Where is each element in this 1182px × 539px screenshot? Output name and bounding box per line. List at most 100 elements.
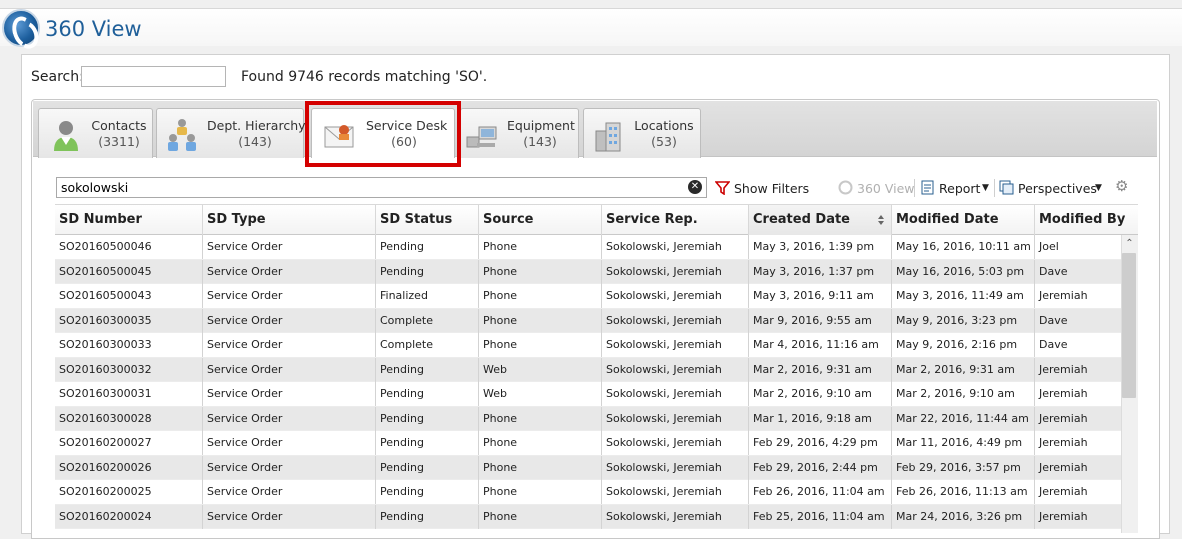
table-row[interactable]: SO20160500046 Service Order Pending Phone So… bbox=[55, 235, 1121, 260]
360-view-button[interactable]: 360 View bbox=[857, 181, 915, 196]
cell-sd-type: Service Order bbox=[203, 455, 376, 480]
cell-source: Phone bbox=[479, 455, 602, 480]
table-row[interactable]: SO20160300031 Service Order Pending Web Soko… bbox=[55, 382, 1121, 407]
cell-modified-by: Jeremiah bbox=[1039, 436, 1088, 449]
perspectives-button[interactable]: Perspectives bbox=[1018, 181, 1097, 196]
grid-filter-input[interactable] bbox=[56, 177, 707, 198]
column-header-source[interactable]: Source bbox=[479, 205, 602, 235]
table-row[interactable]: SO20160200026 Service Order Pending Phone So… bbox=[55, 455, 1121, 480]
tab-count: (3311) bbox=[98, 134, 140, 149]
show-filters-button[interactable]: Show Filters bbox=[734, 181, 809, 196]
cell-sd-number: SO20160500043 bbox=[55, 284, 203, 308]
tab-contacts[interactable]: Contacts (3311) bbox=[38, 108, 153, 158]
cell-sd-number: SO20160300028 bbox=[55, 406, 203, 431]
filter-icon[interactable] bbox=[715, 181, 730, 195]
column-header-modified-by[interactable]: Modified By bbox=[1035, 205, 1138, 235]
cell-source: Web bbox=[479, 382, 602, 406]
cell-sd-number: SO20160300035 bbox=[55, 308, 203, 333]
cell-created-date: May 3, 2016, 1:39 pm bbox=[749, 235, 892, 259]
table-row[interactable]: SO20160300032 Service Order Pending Web Soko… bbox=[55, 357, 1121, 382]
clear-icon[interactable]: ✕ bbox=[688, 180, 702, 194]
hierarchy-people-icon bbox=[168, 119, 196, 151]
table-row[interactable]: SO20160200024 Service Order Pending Phone So… bbox=[55, 504, 1121, 529]
cell-created-date: May 3, 2016, 1:37 pm bbox=[749, 259, 892, 284]
cell-created-date: Mar 2, 2016, 9:31 am bbox=[749, 357, 892, 382]
column-header-created-date[interactable]: Created Date bbox=[749, 205, 892, 235]
service-desk-envelope-icon bbox=[324, 125, 354, 148]
column-header-service-rep[interactable]: Service Rep. bbox=[602, 205, 749, 235]
scroll-up-arrow-icon[interactable]: ⌃ bbox=[1121, 236, 1138, 252]
cell-service-rep: Sokolowski, Jeremiah bbox=[602, 455, 749, 480]
cell-sd-status: Complete bbox=[376, 333, 479, 357]
table-row[interactable]: SO20160500045 Service Order Pending Phone So… bbox=[55, 259, 1121, 284]
computer-equipment-icon bbox=[466, 126, 497, 148]
table-row[interactable]: SO20160200027 Service Order Pending Phone So… bbox=[55, 431, 1121, 456]
cell-modified-by: Joel bbox=[1039, 240, 1059, 253]
cell-sd-number: SO20160300031 bbox=[55, 382, 203, 406]
report-dropdown-icon[interactable]: ▼ bbox=[982, 183, 989, 193]
cell-sd-status: Pending bbox=[376, 357, 479, 382]
table-row[interactable]: SO20160300035 Service Order Complete Phone S… bbox=[55, 308, 1121, 333]
sort-icon bbox=[878, 215, 884, 225]
search-input[interactable] bbox=[81, 66, 226, 87]
cell-modified-by: Jeremiah bbox=[1039, 509, 1088, 523]
tab-label: Service Desk bbox=[366, 118, 448, 133]
cell-sd-number: SO20160300033 bbox=[55, 333, 203, 357]
cell-sd-status: Pending bbox=[376, 480, 479, 504]
app-title: 360 View bbox=[45, 17, 142, 41]
toolbar-separator bbox=[914, 179, 915, 197]
cell-modified-by: Jeremiah bbox=[1039, 362, 1088, 376]
cell-created-date: Feb 26, 2016, 11:04 am bbox=[749, 480, 892, 504]
perspectives-dropdown-icon[interactable]: ▼ bbox=[1095, 183, 1102, 193]
cell-modified-date: May 9, 2016, 3:23 pm bbox=[892, 308, 1035, 333]
cell-source: Phone bbox=[479, 406, 602, 431]
cell-created-date: Feb 25, 2016, 11:04 am bbox=[749, 504, 892, 529]
cell-modified-by: Jeremiah bbox=[1039, 411, 1088, 425]
cell-sd-type: Service Order bbox=[203, 431, 376, 455]
cell-created-date: Mar 1, 2016, 9:18 am bbox=[749, 406, 892, 431]
tab-label: Contacts bbox=[91, 118, 147, 133]
cell-source: Phone bbox=[479, 284, 602, 308]
cell-modified-date: Feb 26, 2016, 11:13 am bbox=[892, 480, 1035, 504]
search-results-summary: Found 9746 records matching 'SO'. bbox=[241, 69, 488, 85]
app-logo-icon bbox=[2, 9, 40, 47]
cell-modified-date: Mar 24, 2016, 3:26 pm bbox=[892, 504, 1035, 529]
table-row[interactable]: SO20160300028 Service Order Pending Phone So… bbox=[55, 406, 1121, 431]
scrollbar-thumb[interactable] bbox=[1122, 253, 1136, 398]
cell-sd-type: Service Order bbox=[203, 357, 376, 382]
table-row[interactable]: SO20160300033 Service Order Complete Phone S… bbox=[55, 333, 1121, 358]
tab-equipment[interactable]: Equipment (143) bbox=[460, 108, 579, 158]
cell-sd-number: SO20160500046 bbox=[55, 235, 203, 259]
tab-count: (60) bbox=[391, 134, 417, 149]
cell-sd-number: SO20160300032 bbox=[55, 357, 203, 382]
table-row[interactable]: SO20160200025 Service Order Pending Phone So… bbox=[55, 480, 1121, 505]
column-header-sd-status[interactable]: SD Status bbox=[376, 205, 479, 235]
cell-modified-by: Dave bbox=[1039, 338, 1068, 351]
tab-dept-hierarchy[interactable]: Dept. Hierarchy (143) bbox=[156, 108, 306, 158]
cell-service-rep: Sokolowski, Jeremiah bbox=[602, 431, 749, 455]
cell-service-rep: Sokolowski, Jeremiah bbox=[602, 504, 749, 529]
tab-count: (143) bbox=[523, 134, 557, 149]
table-row[interactable]: SO20160500043 Service Order Finalized Phone… bbox=[55, 284, 1121, 309]
cell-sd-status: Pending bbox=[376, 259, 479, 284]
cell-sd-status: Pending bbox=[376, 382, 479, 406]
column-header-sd-type[interactable]: SD Type bbox=[203, 205, 376, 235]
cell-sd-number: SO20160200024 bbox=[55, 504, 203, 529]
cell-sd-type: Service Order bbox=[203, 308, 376, 333]
column-header-sd-number[interactable]: SD Number bbox=[55, 205, 203, 235]
cell-sd-status: Pending bbox=[376, 504, 479, 529]
tab-locations[interactable]: Locations (53) bbox=[583, 108, 701, 158]
cell-sd-type: Service Order bbox=[203, 259, 376, 284]
column-header-modified-date[interactable]: Modified Date bbox=[892, 205, 1035, 235]
cell-modified-date: May 16, 2016, 10:11 am bbox=[892, 235, 1035, 259]
360-view-icon bbox=[838, 180, 853, 195]
tab-service-desk[interactable]: Service Desk (60) bbox=[311, 108, 455, 158]
cell-modified-date: May 3, 2016, 11:49 am bbox=[892, 284, 1035, 308]
cell-modified-date: Mar 2, 2016, 9:10 am bbox=[892, 382, 1035, 406]
cell-sd-status: Pending bbox=[376, 455, 479, 480]
contact-person-icon bbox=[54, 121, 78, 151]
cell-sd-type: Service Order bbox=[203, 235, 376, 259]
gear-icon[interactable]: ⚙ bbox=[1115, 177, 1128, 195]
cell-modified-date: May 16, 2016, 5:03 pm bbox=[892, 259, 1035, 284]
report-button[interactable]: Report bbox=[939, 181, 980, 196]
